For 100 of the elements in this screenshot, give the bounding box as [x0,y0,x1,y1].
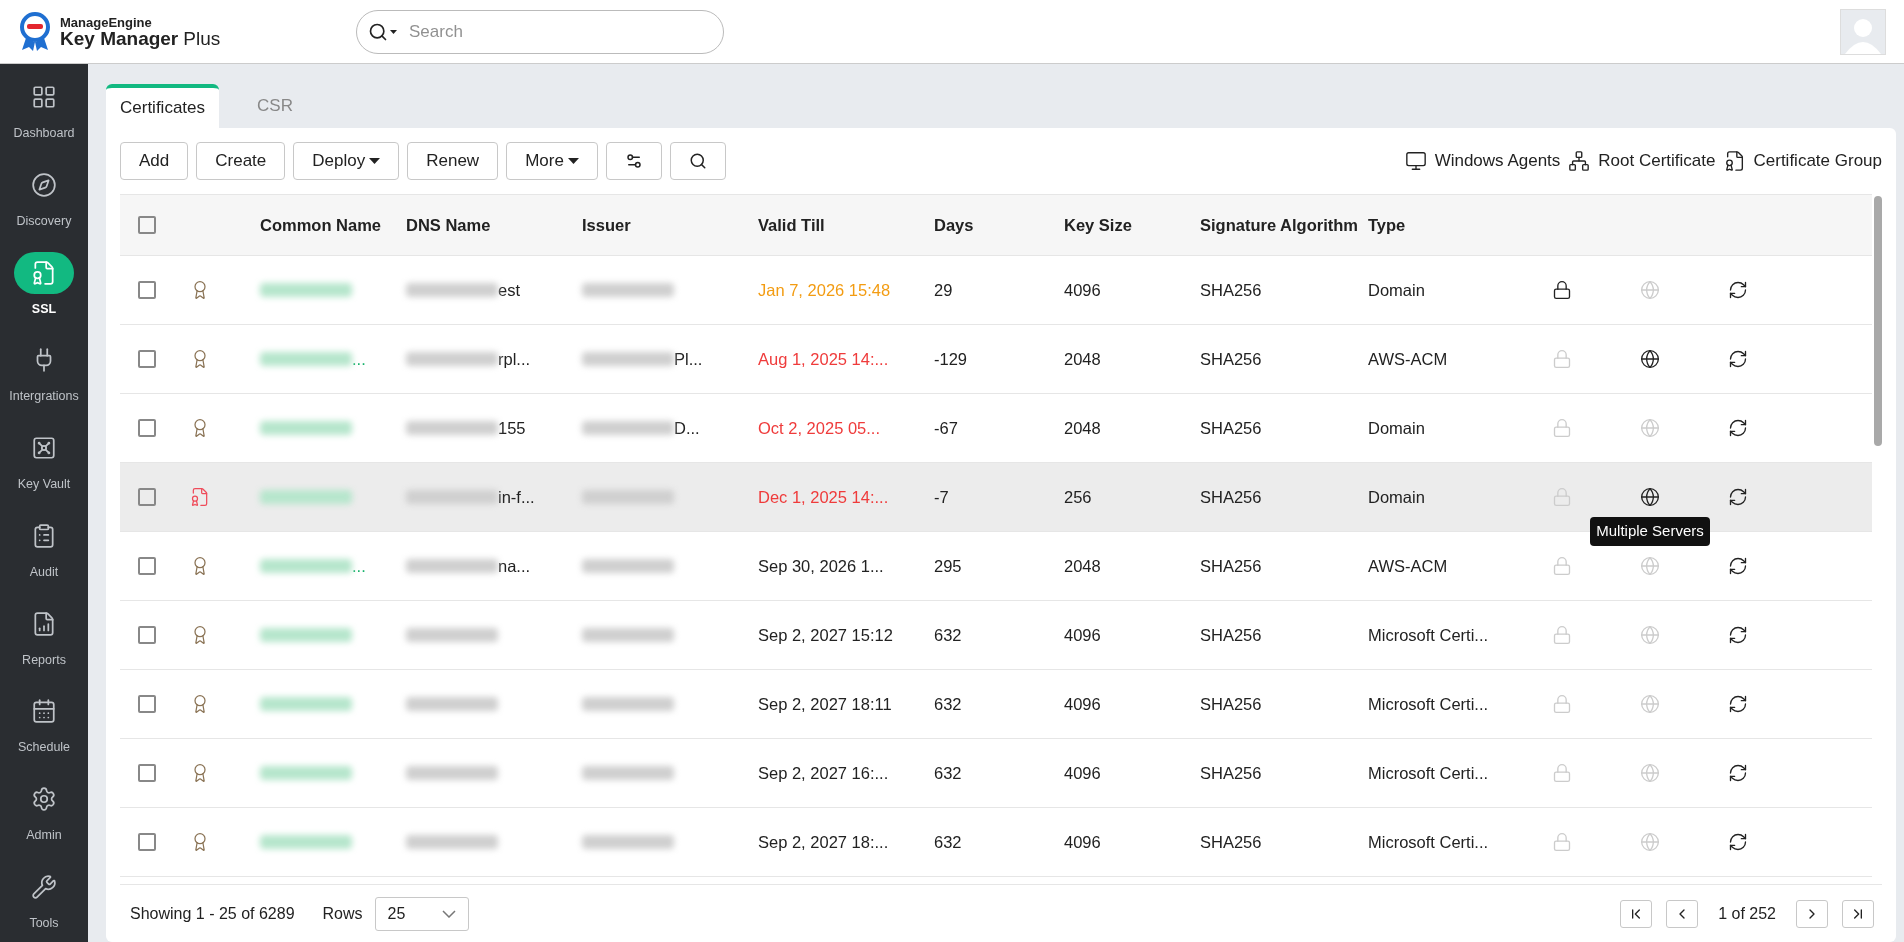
table-cell-text: 632 [934,693,963,715]
table-cell-text: SHA256 [1200,693,1263,715]
previous-page-button[interactable] [1666,899,1699,928]
toolbar-button[interactable]: Deploy [293,142,400,180]
table-cell-text: Microsoft Certi... [1368,624,1490,646]
sidebar-item[interactable]: SSL [0,251,88,319]
sidebar-item[interactable]: Admin [0,778,88,845]
table-cell-text: SHA256 [1200,486,1263,508]
sidebar-label: Discovery [16,212,72,230]
column-header[interactable]: Days [934,212,1064,238]
cell-text: rpl... [498,348,531,370]
search-field[interactable]: Search [356,9,724,54]
renew-icon[interactable] [1728,280,1748,300]
sidebar-item[interactable]: Key Vault [0,427,88,494]
sidebar-label: Schedule [17,739,71,757]
last-page-button[interactable] [1842,899,1874,928]
sidebar-item[interactable]: Reports [0,602,88,670]
search-button[interactable] [669,142,726,180]
checkbox[interactable] [138,695,156,713]
table-cell-text: Microsoft Certi... [1368,693,1490,715]
checkbox[interactable] [138,216,156,234]
sidebar-item[interactable]: Schedule [0,690,88,757]
checkbox[interactable] [138,557,156,575]
cell-text: D... [674,417,700,439]
sidebar-item[interactable]: Intergrations [0,339,88,406]
valid-till-cell-text: Sep 30, 2026 1... [758,555,885,577]
sidebar-item[interactable]: Dashboard [0,76,88,143]
renew-icon[interactable] [1728,487,1748,507]
clipboard-icon [31,522,57,549]
column-header[interactable]: Key Size [1064,212,1200,238]
sidebar-label: Tools [29,914,59,932]
table-cell-text: Microsoft Certi... [1368,762,1490,784]
toolbar-button[interactable]: Renew [407,142,499,180]
column-settings-button[interactable] [605,142,662,180]
first-page-button[interactable] [1620,899,1653,928]
grid-icon [31,84,57,110]
valid-till-cell-text: Oct 2, 2025 05... [758,417,881,439]
search-icon [688,152,707,170]
checkbox[interactable] [138,488,156,506]
column-header[interactable]: Type [1368,212,1518,238]
table-cell-text: 632 [934,624,963,646]
table-cell-text: 2048 [1064,417,1102,439]
product-suffix: Plus [183,28,221,48]
sidebar-item[interactable]: Audit [0,514,88,582]
dns-globe-icon[interactable] [1640,487,1660,507]
sidebar-item[interactable]: Tools [0,865,88,933]
report-icon [31,610,57,637]
column-header[interactable]: Issuer [582,212,758,238]
renew-icon[interactable] [1728,763,1748,783]
sidebar-label: Intergrations [9,388,79,406]
toolbar-link[interactable]: Windows Agents [1404,148,1561,174]
table-cell-text: Domain [1368,417,1426,439]
checkbox[interactable] [138,833,156,851]
column-header[interactable]: Valid Till [758,212,934,238]
table-cell-text: -129 [934,348,969,370]
calendar-icon [31,698,57,725]
valid-till-cell-text: Dec 1, 2025 14:... [758,486,890,508]
toolbar-link[interactable]: Root Certificate [1568,148,1716,174]
sidebar-item[interactable]: Discovery [0,163,88,231]
toolbar-link[interactable]: Certificate Group [1723,148,1882,174]
column-header[interactable]: Signature Algorithm [1200,212,1368,238]
checkbox[interactable] [138,281,156,299]
toolbar-button[interactable]: Create [196,142,286,180]
lock-certificate-icon[interactable] [1552,280,1572,300]
table-cell-text: AWS-ACM [1368,555,1449,577]
table-cell-text: Microsoft Certi... [1368,831,1490,853]
checkbox[interactable] [138,350,156,368]
table-cell-text: -67 [934,417,959,439]
toolbar-button[interactable]: Add [120,142,189,180]
rows-select[interactable]: 25 [374,896,469,931]
page-indicator: 1 of 252 [1717,903,1777,924]
renew-icon[interactable] [1728,556,1748,576]
checkbox[interactable] [138,764,156,782]
toolbar-button[interactable]: More [506,142,598,180]
logo-icon [18,11,52,52]
certificate-icon [31,259,57,286]
renew-icon[interactable] [1728,832,1748,852]
next-page-button[interactable] [1796,899,1828,928]
checkbox[interactable] [138,626,156,644]
table-cell-text: SHA256 [1200,555,1263,577]
table-cell-text: 632 [934,831,963,853]
renew-icon[interactable] [1728,418,1748,438]
scrollbar[interactable] [1874,196,1882,446]
table-cell-text: Domain [1368,279,1426,301]
column-header[interactable]: DNS Name [406,212,582,238]
settings-icon [31,786,57,812]
renew-icon[interactable] [1728,694,1748,714]
rows-label: Rows [322,903,363,924]
table-cell-text: SHA256 [1200,624,1263,646]
tab[interactable]: Certificates [106,84,220,128]
company-name: ManageEngine [60,15,153,29]
renew-icon[interactable] [1728,625,1748,645]
table-cell-text: SHA256 [1200,279,1263,301]
renew-icon[interactable] [1728,349,1748,369]
cell-text: na... [498,555,531,577]
checkbox[interactable] [138,419,156,437]
sidebar-label: Reports [22,651,66,669]
dns-globe-icon[interactable] [1640,349,1660,369]
certificate-icon [1723,150,1746,172]
column-header[interactable]: Common Name [260,212,406,238]
